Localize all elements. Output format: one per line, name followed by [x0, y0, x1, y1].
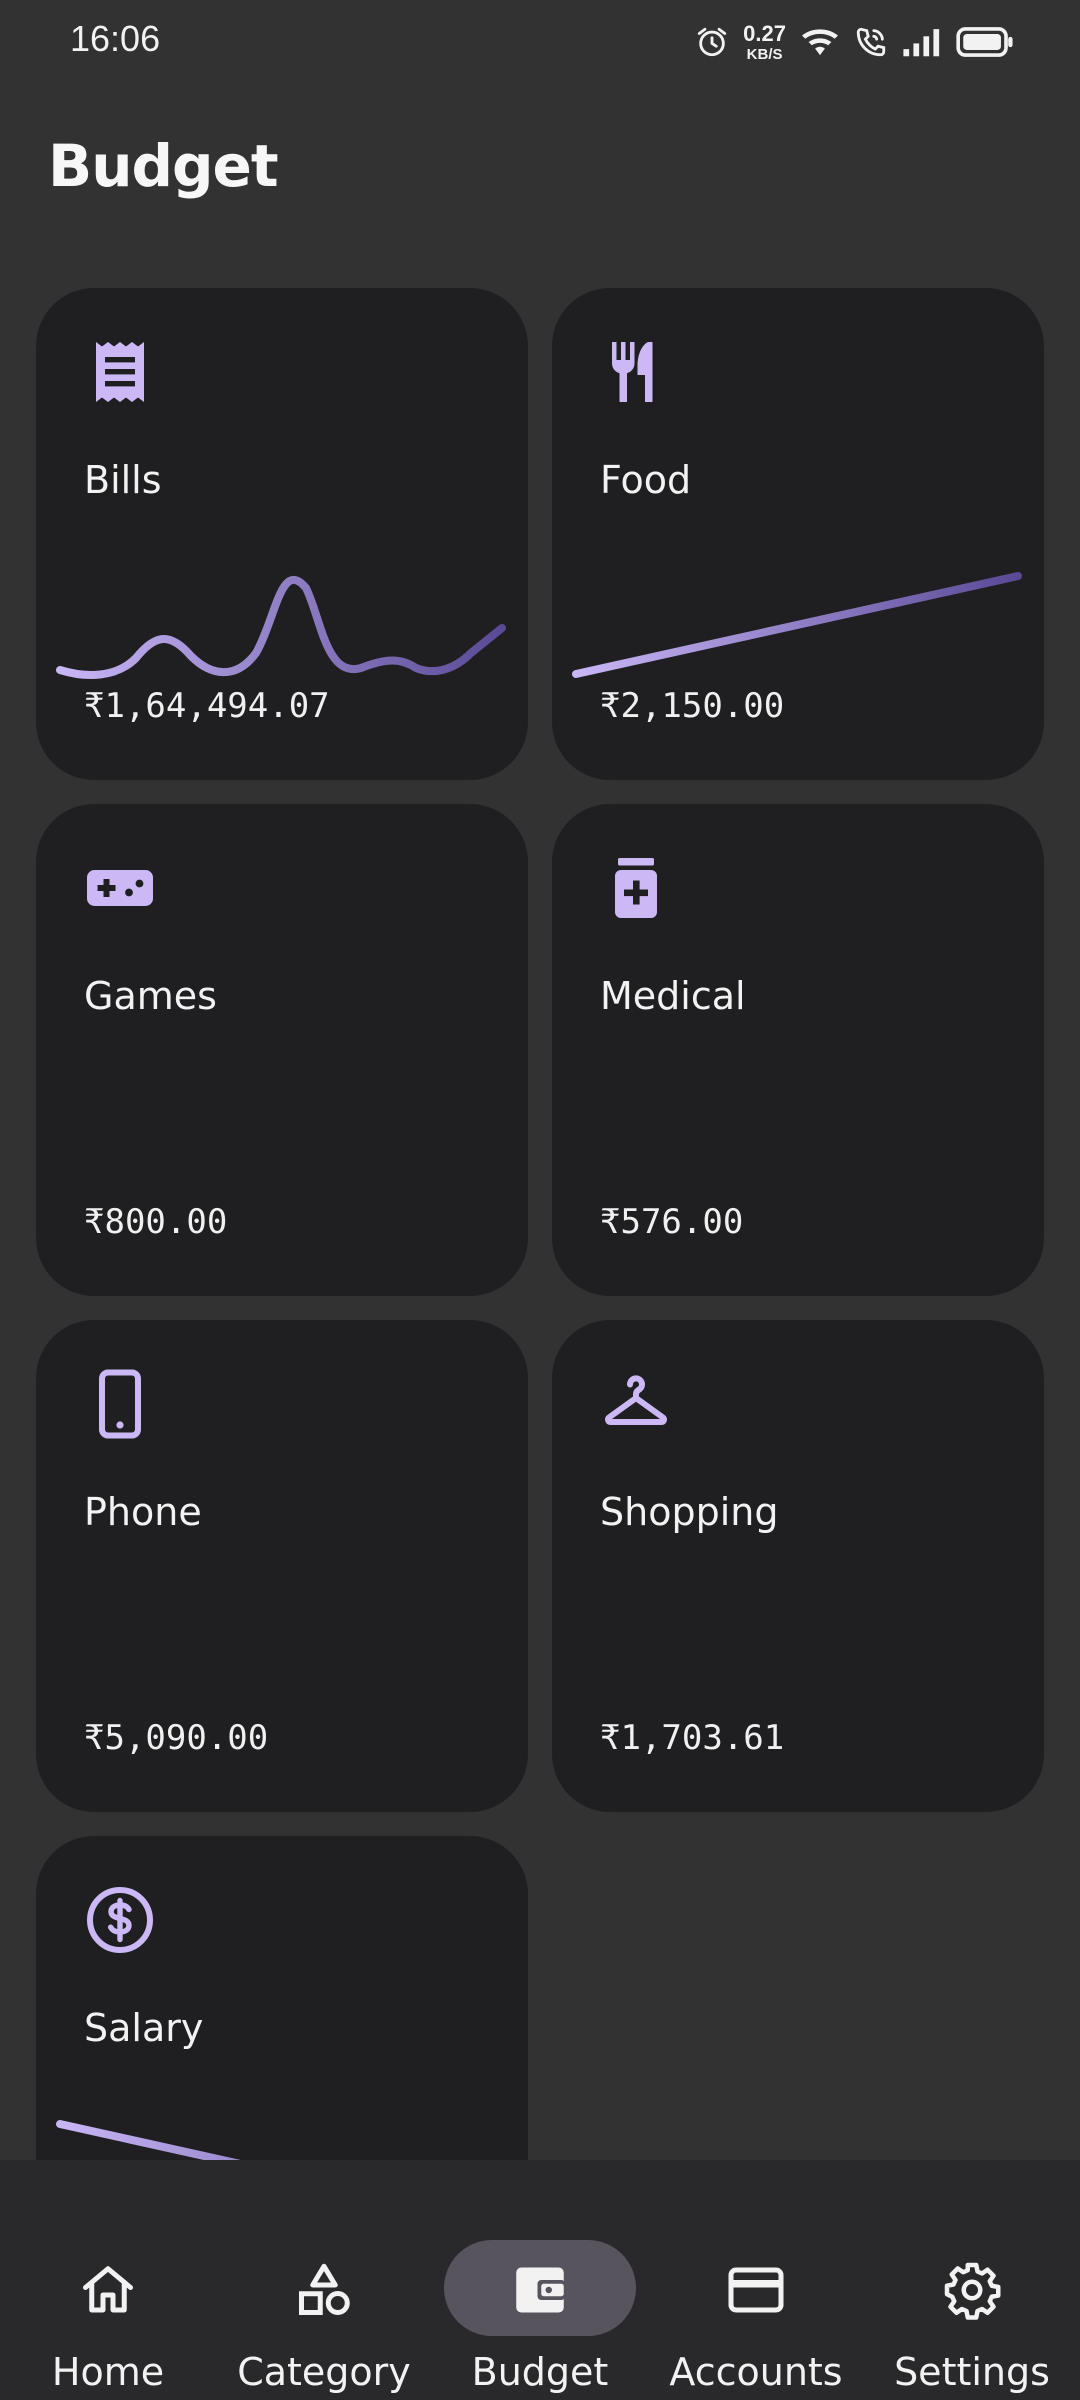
- nav-settings[interactable]: Settings: [864, 2200, 1080, 2394]
- budget-card-games[interactable]: Games ₹800.00: [36, 804, 528, 1296]
- card-amount: ₹1,64,494.07: [84, 686, 330, 726]
- card-amount: ₹1,703.61: [600, 1718, 785, 1758]
- card-label: Medical: [600, 974, 746, 1018]
- battery-icon: [956, 27, 1013, 57]
- nav-label: Budget: [471, 2350, 609, 2394]
- card-label: Games: [84, 974, 217, 1018]
- spending-trend-line: [572, 572, 1022, 678]
- net-speed-unit: KB/S: [746, 45, 783, 63]
- nav-category[interactable]: Category: [216, 2200, 432, 2394]
- nav-label: Settings: [894, 2350, 1050, 2394]
- home-icon: [83, 2266, 133, 2313]
- gamepad-icon: [87, 870, 153, 906]
- dollar-circle-icon: [87, 1887, 153, 1953]
- budget-card-shopping[interactable]: Shopping ₹1,703.61: [552, 1320, 1044, 1812]
- card-amount: ₹2,150.00: [600, 686, 785, 726]
- card-label: Food: [600, 458, 692, 502]
- net-speed: 0.27 KB/S: [743, 20, 786, 63]
- restaurant-icon: [612, 342, 653, 402]
- spending-trend-line: [56, 576, 506, 679]
- wifi-icon: [802, 29, 838, 56]
- smartphone-icon: [99, 1369, 141, 1439]
- spending-trend-line: [56, 1702, 506, 1710]
- page-title: Budget: [48, 132, 279, 200]
- net-speed-value: 0.27: [743, 20, 786, 46]
- card-amount: ₹576.00: [600, 1202, 744, 1242]
- credit-card-icon: [728, 2267, 784, 2313]
- spending-trend-line: [572, 1186, 1022, 1194]
- card-label: Salary: [84, 2006, 204, 2050]
- receipt-icon: [96, 342, 144, 402]
- status-bar: 16:06 0.27 KB/S: [0, 0, 1080, 84]
- wifi-calling-icon: [856, 27, 886, 57]
- wallet-icon: [516, 2267, 565, 2313]
- budget-card-medical[interactable]: Medical ₹576.00: [552, 804, 1044, 1296]
- hanger-icon: [605, 1375, 667, 1425]
- nav-home[interactable]: Home: [0, 2200, 216, 2394]
- status-icons: 0.27 KB/S: [695, 18, 1014, 66]
- card-label: Bills: [84, 458, 162, 502]
- budget-card-phone[interactable]: Phone ₹5,090.00: [36, 1320, 528, 1812]
- budget-card-food[interactable]: Food ₹2,150.00: [552, 288, 1044, 780]
- category-shapes-icon: [299, 2263, 350, 2316]
- nav-label: Category: [237, 2350, 411, 2394]
- alarm-icon: [698, 27, 727, 57]
- nav-label: Accounts: [669, 2350, 843, 2394]
- bottom-navigation: Home Category Budget Accounts Settings: [0, 2160, 1080, 2400]
- signal-icon: [903, 29, 940, 57]
- card-amount: ₹5,090.00: [84, 1718, 269, 1758]
- gear-icon: [944, 2262, 1001, 2320]
- medication-icon: [615, 858, 657, 918]
- card-label: Shopping: [600, 1490, 779, 1534]
- nav-accounts[interactable]: Accounts: [648, 2200, 864, 2394]
- budget-card-bills[interactable]: Bills ₹1,64,494.07: [36, 288, 528, 780]
- card-amount: ₹800.00: [84, 1202, 228, 1242]
- status-time: 16:06: [70, 18, 161, 59]
- nav-budget[interactable]: Budget: [432, 2200, 648, 2394]
- nav-label: Home: [51, 2350, 165, 2394]
- spending-trend-line: [572, 1702, 1022, 1710]
- spending-trend-line: [56, 1186, 506, 1194]
- card-label: Phone: [84, 1490, 202, 1534]
